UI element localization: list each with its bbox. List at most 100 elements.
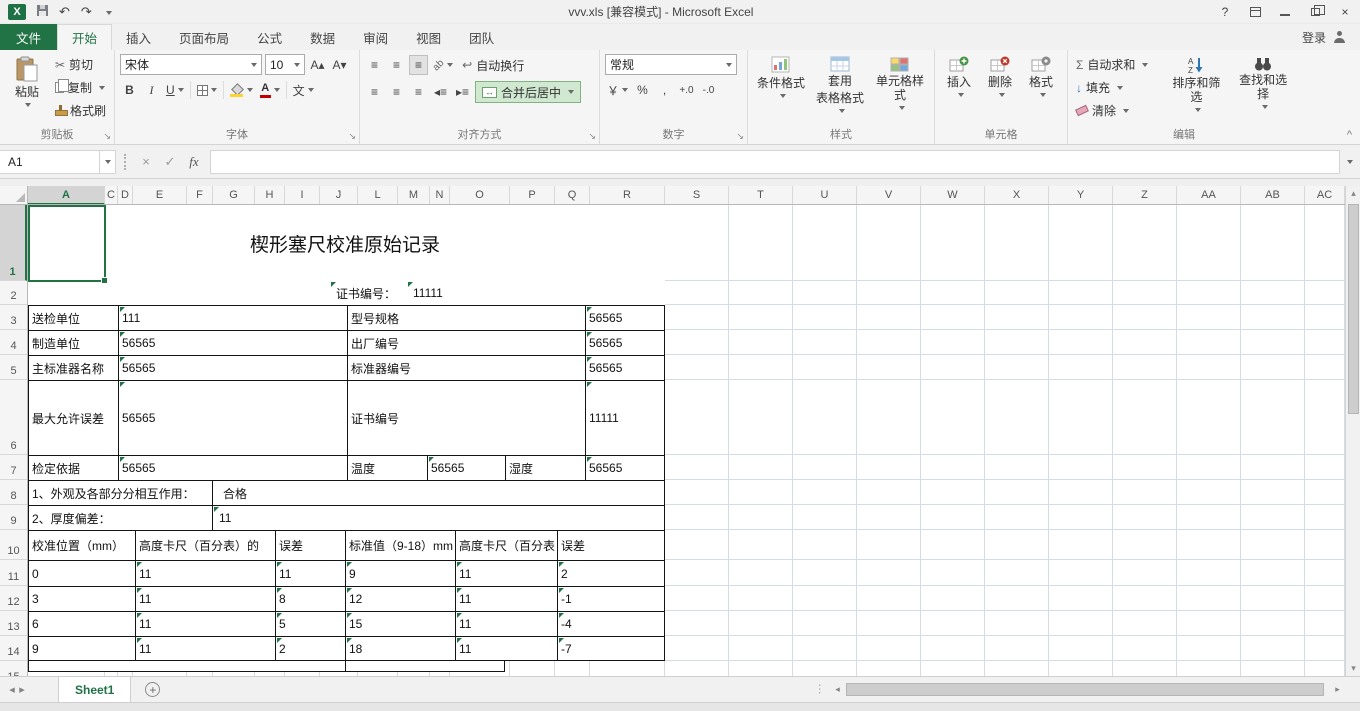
insert-cells-button[interactable]: 插入 [940,54,978,127]
find-select-button[interactable]: 查找和选择 [1231,54,1295,127]
cell[interactable]: 56565 [118,380,347,455]
vertical-scrollbar[interactable]: ▴ ▾ [1345,186,1360,676]
cell[interactable]: 9 [345,560,455,586]
column-header-G[interactable]: G [213,186,255,205]
align-middle-button[interactable]: ≡ [387,55,406,75]
format-as-table-button[interactable]: 套用 表格格式 [812,54,868,127]
cell[interactable]: 8 [275,586,345,611]
cell[interactable]: 高度卡尺（百分表 [455,530,557,560]
row-header-1[interactable]: 1 [0,205,27,281]
font-color-button[interactable]: A [258,80,282,100]
cell[interactable]: 56565 [427,455,505,480]
clear-button[interactable]: 清除 [1073,100,1162,121]
conditional-formatting-button[interactable]: 条件格式 [753,54,809,127]
cell[interactable]: 18 [345,636,455,661]
column-header-F[interactable]: F [187,186,213,205]
hscroll-right-button[interactable]: ▸ [1330,682,1345,697]
column-header-A[interactable]: A [28,186,105,205]
redo-button[interactable]: ↷ [81,5,92,18]
comma-style-button[interactable]: , [655,80,674,100]
align-center-button[interactable]: ≡ [387,82,406,102]
cell[interactable]: 11 [455,636,557,661]
row-header-7[interactable]: 7 [0,455,27,480]
formula-input[interactable] [210,150,1340,174]
column-header-M[interactable]: M [398,186,430,205]
formula-bar-splitter[interactable] [124,154,126,170]
cell[interactable]: 56565 [118,355,347,380]
italic-button[interactable]: I [142,80,161,100]
sheet-tab-sheet1[interactable]: Sheet1 [58,677,131,703]
align-top-button[interactable]: ≡ [365,55,384,75]
accounting-format-button[interactable]: ￥ [605,80,630,100]
scroll-up-button[interactable]: ▴ [1346,186,1360,201]
column-header-N[interactable]: N [430,186,450,205]
cell[interactable]: 误差 [557,530,665,560]
cell[interactable]: 0 [28,560,135,586]
row-header-11[interactable]: 11 [0,560,27,586]
cell[interactable] [28,661,345,672]
row-header-13[interactable]: 13 [0,611,27,636]
tab-review[interactable]: 审阅 [349,24,402,50]
enter-button[interactable]: ✓ [158,150,182,174]
column-header-J[interactable]: J [320,186,358,205]
font-name-combo[interactable]: 宋体 [120,54,262,75]
align-right-button[interactable]: ≡ [409,82,428,102]
column-header-P[interactable]: P [510,186,555,205]
delete-cells-button[interactable]: 删除 [981,54,1019,127]
increase-indent-button[interactable]: ▸≡ [453,82,472,102]
format-painter-button[interactable]: 格式刷 [52,100,109,121]
tab-scroll-splitter[interactable]: … [816,683,830,697]
cell[interactable]: 11 [135,636,275,661]
sort-filter-button[interactable]: A Z 排序和筛选 [1165,54,1229,127]
cell[interactable]: 9 [28,636,135,661]
row-header-4[interactable]: 4 [0,330,27,355]
cell[interactable]: 检定依据 [28,455,118,480]
row-header-2[interactable]: 2 [0,281,27,305]
cell[interactable]: 制造单位 [28,330,118,355]
cell[interactable]: 合格 [212,480,665,505]
column-header-E[interactable]: E [133,186,187,205]
cell[interactable]: 56565 [118,330,347,355]
save-button[interactable] [37,5,48,18]
ribbon-display-options-button[interactable] [1240,0,1270,24]
row-header-10[interactable]: 10 [0,530,27,560]
font-size-combo[interactable]: 10 [265,54,305,75]
cell[interactable]: 1、外观及各部分分相互作用： [28,480,212,505]
cell[interactable]: 3 [28,586,135,611]
column-header-AC[interactable]: AC [1305,186,1345,205]
tab-page-layout[interactable]: 页面布局 [165,24,243,50]
cell[interactable]: 出厂编号 [347,330,585,355]
alignment-dialog-launcher[interactable]: ↘ [588,132,596,141]
cell[interactable]: 2 [557,560,665,586]
fill-color-button[interactable] [228,80,255,100]
column-header-S[interactable]: S [665,186,729,205]
cell[interactable]: 高度卡尺（百分表）的 [135,530,275,560]
qat-customize-button[interactable] [103,5,112,18]
horizontal-scroll-thumb[interactable] [846,683,1324,696]
scroll-down-button[interactable]: ▾ [1346,661,1360,676]
cell[interactable]: 证书编号： [330,281,407,305]
tab-file[interactable]: 文件 [0,24,57,50]
cell[interactable]: 12 [345,586,455,611]
sign-in-button[interactable]: 登录 [1302,24,1360,50]
row-header-3[interactable]: 3 [0,305,27,330]
underline-button[interactable]: U [164,80,186,100]
cell[interactable]: 56565 [585,305,665,330]
column-header-AB[interactable]: AB [1241,186,1305,205]
decrease-decimal-button[interactable]: -.0 [699,80,718,100]
tab-insert[interactable]: 插入 [112,24,165,50]
increase-font-size-button[interactable]: A▴ [308,55,327,75]
cell[interactable]: 11 [135,611,275,636]
column-header-W[interactable]: W [921,186,985,205]
copy-button[interactable]: 复制 [52,77,109,98]
cell[interactable]: 误差 [275,530,345,560]
cell[interactable]: -4 [557,611,665,636]
cell[interactable]: 型号规格 [347,305,585,330]
cell[interactable]: 标准值（9-18）mm [345,530,455,560]
column-header-C[interactable]: C [105,186,118,205]
cell[interactable]: 11 [455,560,557,586]
decrease-font-size-button[interactable]: A▾ [330,55,349,75]
column-header-L[interactable]: L [358,186,398,205]
cell[interactable]: 15 [345,611,455,636]
column-header-X[interactable]: X [985,186,1049,205]
